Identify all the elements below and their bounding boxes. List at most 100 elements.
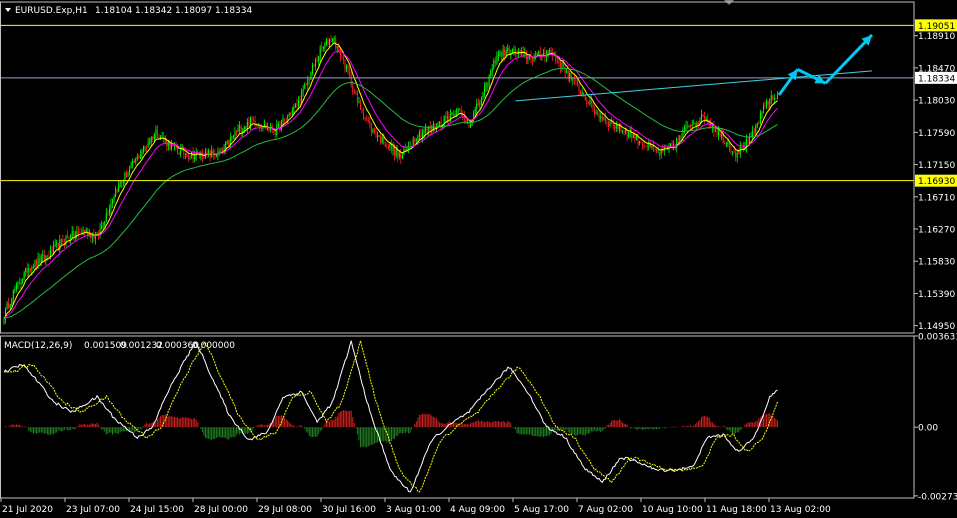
candle (395, 144, 397, 159)
projection-arrow[interactable] (824, 33, 874, 85)
candle (434, 123, 436, 134)
candle-body (355, 92, 357, 94)
candle (60, 238, 62, 245)
candle-body (651, 146, 653, 148)
candle-body (73, 230, 75, 237)
candle-body (728, 143, 730, 151)
trendline-and-arrows[interactable] (515, 33, 874, 102)
candle-body (538, 52, 540, 54)
candle-body (341, 57, 343, 59)
candle-body (569, 73, 571, 78)
candle (761, 111, 763, 119)
candle-body (753, 131, 755, 133)
candle (333, 35, 335, 44)
time-tick-label: 24 Jul 15:00 (130, 505, 184, 515)
candle (189, 155, 191, 161)
trading-chart[interactable]: 1.19051 1.16930 1.18334 EURUSD.Exp,H1 1.18… (0, 0, 957, 518)
candle (499, 49, 501, 57)
candle (15, 282, 17, 293)
candle (606, 119, 608, 127)
symbol-dropdown-icon[interactable] (5, 8, 11, 12)
candle-body (679, 135, 681, 141)
candle (158, 133, 160, 140)
candle (234, 127, 236, 140)
candle-body (604, 118, 606, 123)
candle (144, 145, 146, 152)
macd-axis[interactable]: 0.003631 0.00 -0.002735 (914, 332, 957, 502)
candle (711, 124, 713, 133)
candle (693, 119, 695, 125)
candle (533, 53, 535, 63)
candle-body (294, 103, 296, 107)
candle (687, 121, 689, 129)
candle (482, 91, 484, 101)
candle-body (82, 230, 84, 233)
candle (400, 148, 402, 165)
candle-body (42, 255, 44, 256)
macd-panel[interactable]: MACD(12,26,9) 0.001509 0.001232 0.000360… (3, 338, 778, 493)
candle (586, 96, 588, 108)
candle (439, 121, 441, 127)
candle (724, 140, 726, 145)
candle-body (228, 141, 230, 146)
time-axis[interactable]: 21 Jul 2020 23 Jul 07:00 24 Jul 15:00 28 Ju… (0, 498, 831, 515)
price-tick-label: 1.18030 (918, 97, 955, 107)
candle-body (360, 102, 361, 110)
candle-body (466, 123, 468, 124)
candle-body (113, 196, 115, 201)
candle (240, 124, 242, 138)
candle (335, 35, 337, 51)
candle (338, 42, 340, 54)
candle-body (453, 112, 454, 117)
candle-body (761, 111, 763, 113)
candle-body (423, 131, 425, 133)
candle-body (764, 105, 766, 107)
resistance-level-label: 1.19051 (918, 22, 955, 32)
candle (308, 78, 310, 86)
candle (74, 230, 76, 241)
candle-body (248, 121, 250, 127)
candle-body (167, 142, 169, 146)
candle-body (381, 137, 383, 143)
candle (245, 125, 247, 130)
candle (541, 54, 543, 61)
candle (508, 45, 510, 55)
candle (110, 198, 112, 215)
macd-panel-frame (0, 335, 915, 499)
candle (696, 121, 698, 130)
candle (218, 148, 220, 157)
candle (457, 107, 459, 114)
projection-arrow[interactable] (777, 68, 799, 96)
candle-body (493, 60, 495, 70)
candle (719, 130, 721, 138)
candle-body (508, 47, 510, 55)
time-tick-label: 7 Aug 02:00 (578, 505, 633, 515)
candle (666, 145, 668, 151)
candle-body (559, 62, 561, 68)
candle-body (11, 300, 13, 305)
candle (639, 140, 640, 146)
candle-body (287, 115, 289, 119)
candle (187, 153, 189, 163)
candle (521, 46, 523, 57)
candle-body (732, 151, 733, 153)
candle-body (121, 181, 123, 183)
candle (105, 207, 107, 223)
candle-body (349, 71, 351, 76)
candle-body (153, 134, 155, 140)
candle-body (724, 143, 726, 145)
candle (539, 46, 541, 61)
candle (310, 71, 312, 81)
candle-body (701, 114, 702, 121)
candle-body (677, 138, 679, 141)
candle-body (389, 144, 391, 148)
candle (94, 231, 96, 245)
candle (180, 143, 182, 158)
candle-body (132, 160, 134, 164)
main-price-panel[interactable]: 1.19051 1.16930 1.18334 EURUSD.Exp,H1 1.18… (0, 0, 957, 325)
candle-body (239, 126, 241, 129)
candle-body (392, 147, 394, 151)
candle-body (346, 65, 348, 70)
candle-body (702, 114, 704, 117)
candle (102, 222, 104, 231)
